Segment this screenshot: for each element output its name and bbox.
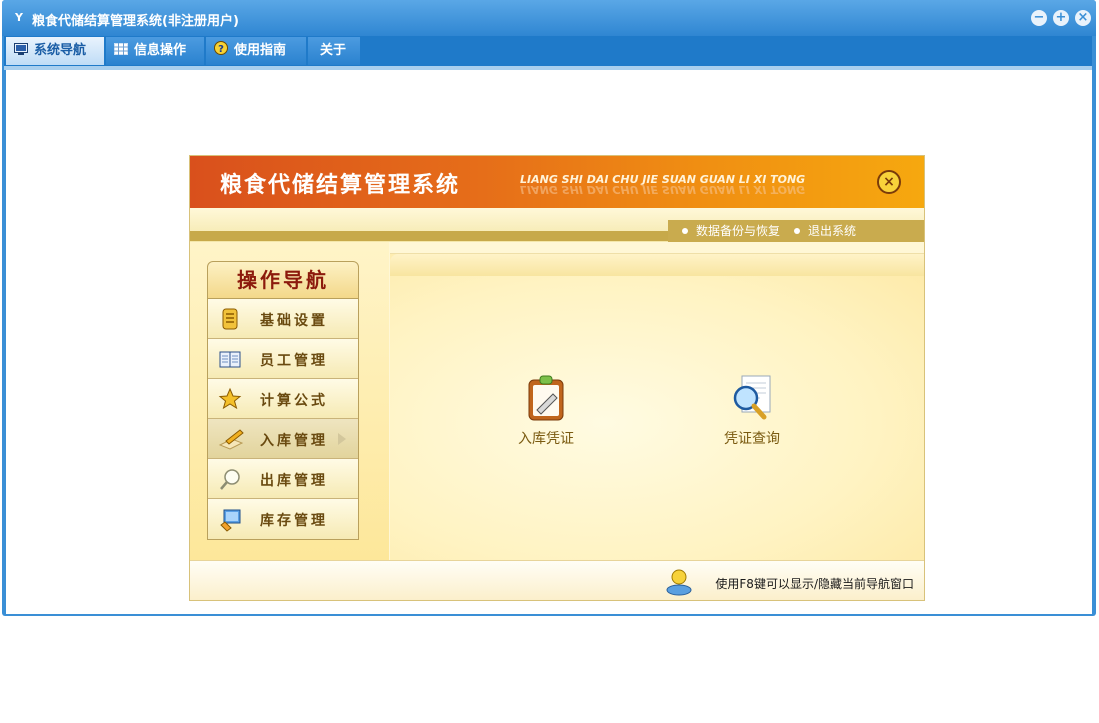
active-arrow-icon — [338, 433, 346, 445]
bullet-icon — [682, 228, 688, 234]
nav-item-label: 计算公式 — [260, 393, 328, 409]
nav-item-label: 员工管理 — [260, 353, 328, 369]
close-window-icon[interactable]: × — [1075, 10, 1091, 26]
tab-label: 信息操作 — [134, 43, 187, 58]
tab-label: 系统导航 — [34, 43, 87, 58]
pencil-icon — [218, 427, 244, 451]
svg-text:?: ? — [218, 44, 224, 55]
tab-about[interactable]: 关于 — [308, 37, 360, 65]
document-search-icon — [728, 374, 776, 422]
window-title: 粮食代储结算管理系统(非注册用户) — [32, 14, 239, 29]
close-panel-icon[interactable]: × — [877, 170, 901, 194]
nav-list: 基础设置 员工管理 计算公式 入库管理 出库管理 库存管理 — [207, 299, 359, 540]
tab-system-navigation[interactable]: 系统导航 — [6, 37, 104, 65]
nav-item-calculation-formula[interactable]: 计算公式 — [208, 379, 358, 419]
maximize-icon[interactable]: + — [1053, 10, 1069, 26]
tile-label: 入库凭证 — [518, 431, 574, 447]
tile-voucher-query[interactable]: 凭证查询 — [697, 374, 807, 448]
tab-info-operations[interactable]: 信息操作 — [106, 37, 204, 65]
f8-hint-text: 使用F8键可以显示/隐藏当前导航窗口 — [715, 577, 914, 591]
nav-item-label: 入库管理 — [260, 433, 328, 449]
monitor-icon — [14, 38, 28, 55]
app-logo-icon: Y — [15, 11, 23, 24]
star-icon — [218, 387, 242, 411]
menu-bar: 系统导航 信息操作 ? 使用指南 关于 — [4, 36, 1092, 66]
title-bar[interactable]: Y 粮食代储结算管理系统(非注册用户) − + × — [2, 0, 1096, 36]
minimize-icon[interactable]: − — [1031, 10, 1047, 26]
quick-links: 数据备份与恢复 退出系统 — [668, 220, 924, 242]
user-hint-icon — [666, 568, 692, 596]
tab-user-guide[interactable]: ? 使用指南 — [206, 37, 306, 65]
tab-label: 使用指南 — [234, 43, 287, 58]
banner: 粮食代储结算管理系统 LIANG SHI DAI CHU JIE SUAN GU… — [190, 156, 924, 208]
banner-pinyin-reflection: LIANG SHI DAI CHU JIE SUAN GUAN LI XI TO… — [520, 183, 806, 196]
nav-item-inbound-management[interactable]: 入库管理 — [208, 419, 358, 459]
nav-item-employee-management[interactable]: 员工管理 — [208, 339, 358, 379]
nav-item-label: 库存管理 — [260, 513, 328, 529]
nav-item-outbound-management[interactable]: 出库管理 — [208, 459, 358, 499]
scroll-icon — [218, 307, 242, 331]
exit-system-link[interactable]: 退出系统 — [808, 220, 856, 242]
bullet-icon — [794, 228, 801, 234]
status-footer: 使用F8键可以显示/隐藏当前导航窗口 — [190, 560, 924, 600]
nav-item-basic-settings[interactable]: 基础设置 — [208, 299, 358, 339]
nav-item-inventory-management[interactable]: 库存管理 — [208, 499, 358, 539]
tile-label: 凭证查询 — [724, 431, 780, 447]
banner-title: 粮食代储结算管理系统 — [220, 173, 461, 198]
backup-restore-link[interactable]: 数据备份与恢复 — [696, 220, 780, 242]
help-icon: ? — [214, 38, 228, 55]
nav-item-label: 基础设置 — [260, 313, 328, 329]
tile-inbound-voucher[interactable]: 入库凭证 — [491, 374, 601, 448]
grid-icon — [114, 38, 128, 55]
main-area: 入库凭证 凭证查询 — [390, 253, 924, 561]
navigation-panel: 粮食代储结算管理系统 LIANG SHI DAI CHU JIE SUAN GU… — [189, 155, 925, 601]
clipboard-icon — [522, 374, 570, 422]
magnifier-icon — [218, 467, 242, 491]
computer-icon — [218, 507, 242, 532]
nav-item-label: 出库管理 — [260, 473, 328, 489]
nav-heading: 操作导航 — [207, 261, 359, 299]
tab-label: 关于 — [320, 43, 347, 58]
main-header-strip — [390, 254, 924, 276]
sub-bar-line — [190, 231, 670, 241]
book-icon — [218, 347, 242, 371]
